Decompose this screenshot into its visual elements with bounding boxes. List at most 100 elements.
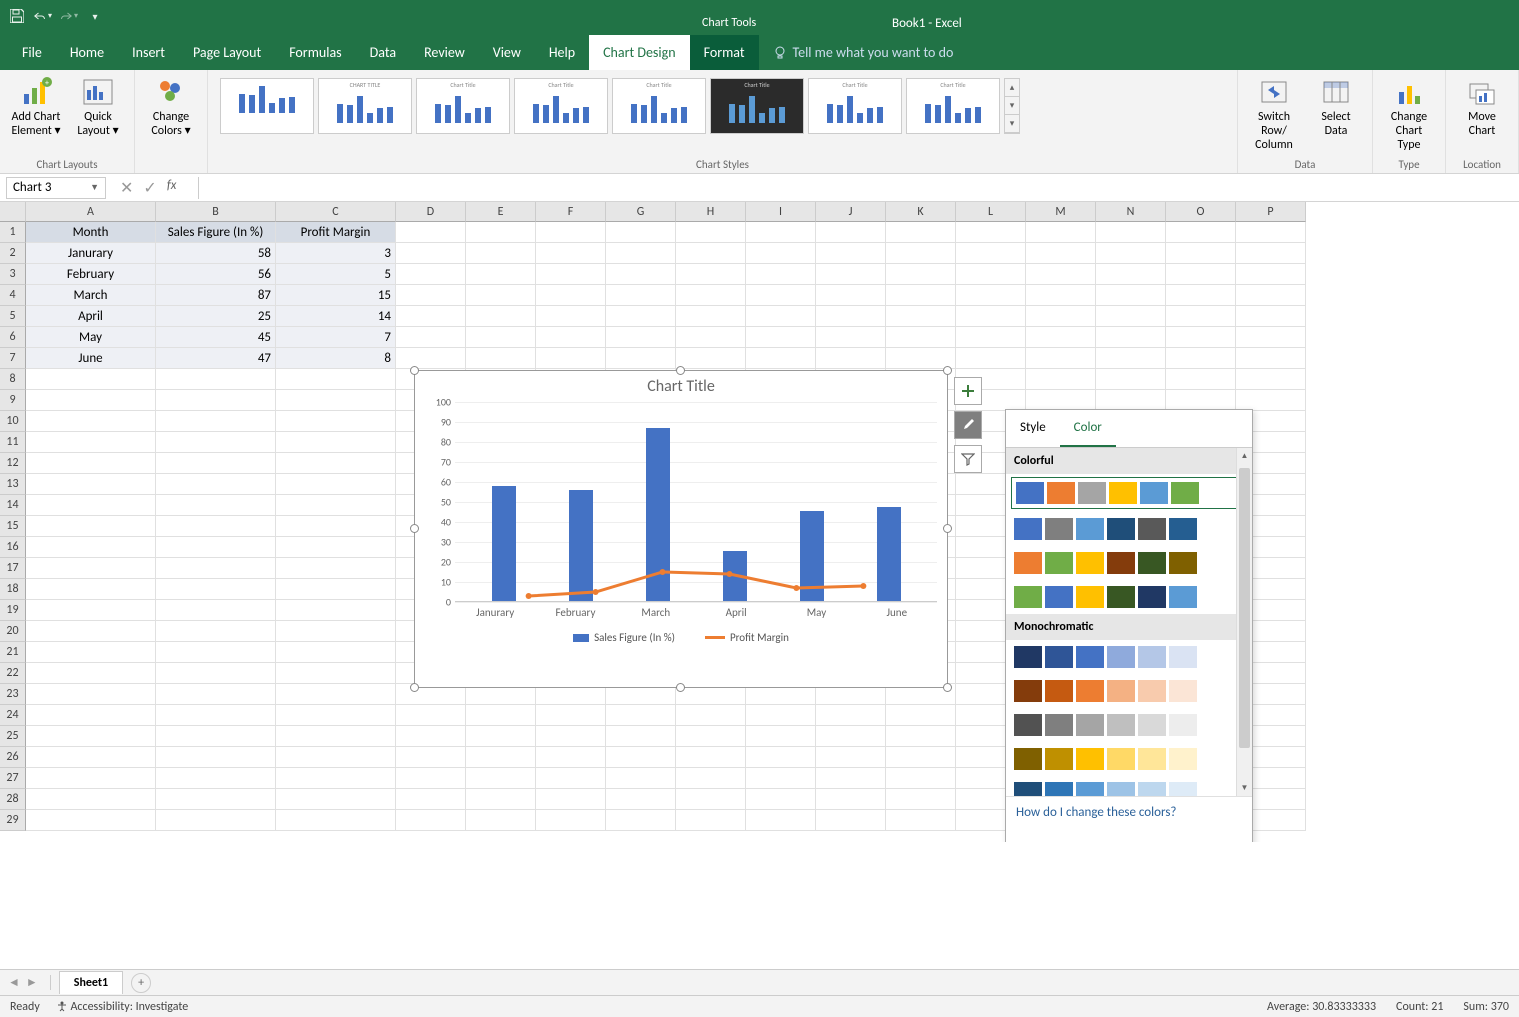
- cell[interactable]: [676, 747, 746, 768]
- chart-bar[interactable]: [800, 511, 824, 601]
- cell[interactable]: [396, 264, 466, 285]
- cell[interactable]: [276, 390, 396, 411]
- cell[interactable]: [1236, 264, 1306, 285]
- cell[interactable]: [746, 705, 816, 726]
- col-header[interactable]: O: [1166, 202, 1236, 222]
- row-header[interactable]: 14: [0, 495, 26, 516]
- cell[interactable]: [156, 558, 276, 579]
- cell[interactable]: [606, 243, 676, 264]
- cell[interactable]: [466, 747, 536, 768]
- cell[interactable]: [1236, 327, 1306, 348]
- col-header[interactable]: H: [676, 202, 746, 222]
- cell[interactable]: [396, 810, 466, 831]
- cell[interactable]: [276, 621, 396, 642]
- col-header[interactable]: K: [886, 202, 956, 222]
- chart-style-6[interactable]: Chart Title: [710, 78, 804, 134]
- cell[interactable]: [886, 810, 956, 831]
- row-header[interactable]: 3: [0, 264, 26, 285]
- cell[interactable]: [746, 285, 816, 306]
- cell[interactable]: February: [26, 264, 156, 285]
- chart-style-3[interactable]: Chart Title: [416, 78, 510, 134]
- cell[interactable]: [26, 642, 156, 663]
- scroll-up-icon[interactable]: ▲: [1237, 448, 1252, 464]
- cell[interactable]: Month: [26, 222, 156, 243]
- cell[interactable]: [1236, 222, 1306, 243]
- cell[interactable]: [886, 243, 956, 264]
- cell[interactable]: [276, 726, 396, 747]
- cell[interactable]: [816, 327, 886, 348]
- cell[interactable]: [26, 747, 156, 768]
- cell[interactable]: 14: [276, 306, 396, 327]
- fx-icon[interactable]: fx: [167, 178, 177, 198]
- cell[interactable]: [396, 285, 466, 306]
- cell[interactable]: [1096, 243, 1166, 264]
- cell[interactable]: 15: [276, 285, 396, 306]
- cell[interactable]: [606, 306, 676, 327]
- cell[interactable]: [466, 327, 536, 348]
- row-header[interactable]: 23: [0, 684, 26, 705]
- color-option[interactable]: [1006, 546, 1252, 580]
- cell[interactable]: [536, 726, 606, 747]
- panel-scrollbar[interactable]: ▲ ▼: [1236, 448, 1252, 796]
- cell[interactable]: 7: [276, 327, 396, 348]
- cell[interactable]: [746, 264, 816, 285]
- cell[interactable]: [886, 705, 956, 726]
- style-scroll-down[interactable]: ▾: [1005, 97, 1019, 115]
- namebox-dropdown-icon[interactable]: ▼: [90, 182, 99, 193]
- cell[interactable]: [1026, 306, 1096, 327]
- tab-formulas[interactable]: Formulas: [275, 35, 355, 70]
- cell[interactable]: 8: [276, 348, 396, 369]
- chart-style-1[interactable]: [220, 78, 314, 134]
- move-chart-button[interactable]: Move Chart: [1454, 74, 1510, 140]
- qat-customize-icon[interactable]: ▾: [86, 7, 104, 25]
- row-header[interactable]: 7: [0, 348, 26, 369]
- cell[interactable]: [276, 705, 396, 726]
- cell[interactable]: [26, 621, 156, 642]
- cell[interactable]: [156, 474, 276, 495]
- color-option[interactable]: [1006, 640, 1252, 674]
- cell[interactable]: [276, 642, 396, 663]
- cell[interactable]: [276, 747, 396, 768]
- cell[interactable]: [466, 243, 536, 264]
- cell[interactable]: [156, 537, 276, 558]
- row-header[interactable]: 15: [0, 516, 26, 537]
- cell[interactable]: [606, 264, 676, 285]
- cell[interactable]: [26, 684, 156, 705]
- select-data-button[interactable]: Select Data: [1308, 74, 1364, 140]
- chart-style-2[interactable]: CHART TITLE: [318, 78, 412, 134]
- cell[interactable]: [1096, 306, 1166, 327]
- cell[interactable]: [536, 348, 606, 369]
- chart-title[interactable]: Chart Title: [415, 371, 947, 402]
- cell[interactable]: 87: [156, 285, 276, 306]
- cell[interactable]: [676, 705, 746, 726]
- cell[interactable]: [886, 327, 956, 348]
- cell[interactable]: [276, 453, 396, 474]
- cell[interactable]: [536, 705, 606, 726]
- cell[interactable]: [886, 726, 956, 747]
- cell[interactable]: [156, 810, 276, 831]
- cell[interactable]: [676, 285, 746, 306]
- chart-style-7[interactable]: Chart Title: [808, 78, 902, 134]
- cell[interactable]: [396, 768, 466, 789]
- cell[interactable]: [1096, 264, 1166, 285]
- cell[interactable]: May: [26, 327, 156, 348]
- chart-bar[interactable]: [492, 486, 516, 601]
- cell[interactable]: [156, 726, 276, 747]
- select-all-corner[interactable]: [0, 202, 26, 222]
- cell[interactable]: [746, 348, 816, 369]
- cell[interactable]: [276, 810, 396, 831]
- switch-row-column-button[interactable]: Switch Row/ Column: [1246, 74, 1302, 154]
- cell[interactable]: [956, 243, 1026, 264]
- col-header[interactable]: N: [1096, 202, 1166, 222]
- row-header[interactable]: 13: [0, 474, 26, 495]
- change-chart-type-button[interactable]: Change Chart Type: [1381, 74, 1437, 154]
- cell[interactable]: [606, 705, 676, 726]
- cell[interactable]: [816, 810, 886, 831]
- row-header[interactable]: 11: [0, 432, 26, 453]
- cell[interactable]: [746, 222, 816, 243]
- chart-bar[interactable]: [569, 490, 593, 601]
- cell[interactable]: [1096, 348, 1166, 369]
- cell[interactable]: [746, 768, 816, 789]
- cell[interactable]: [746, 789, 816, 810]
- tab-review[interactable]: Review: [410, 35, 479, 70]
